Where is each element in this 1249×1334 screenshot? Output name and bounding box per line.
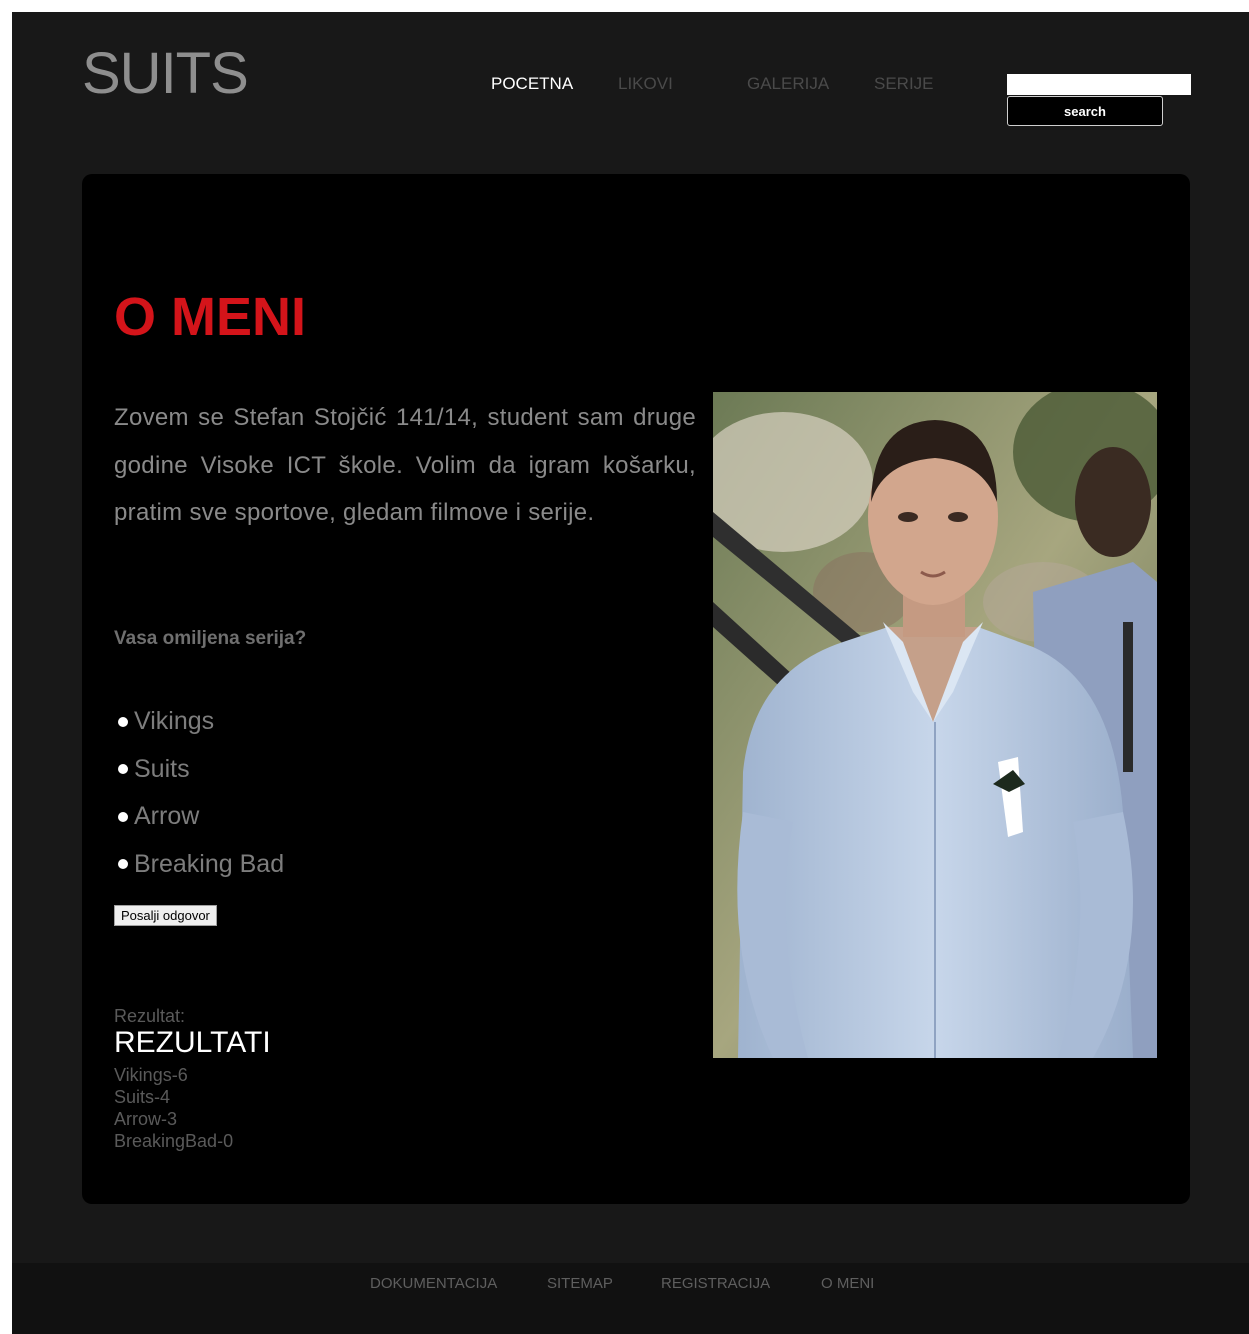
radio-button-icon[interactable] <box>118 811 128 822</box>
result-item: Arrow-3 <box>114 1109 178 1129</box>
footer-link-dokumentacija[interactable]: DOKUMENTACIJA <box>370 1275 497 1292</box>
results-list: Vikings-6 Suits-4 Arrow-3 BreakingBad-0 <box>114 1064 233 1152</box>
result-item: Suits-4 <box>114 1087 171 1107</box>
content-panel: O MENI Zovem se Stefan Stojčić 141/14, s… <box>82 174 1190 1204</box>
nav-item-likovi[interactable]: LIKOVI <box>618 74 673 94</box>
results-title: REZULTATI <box>114 1026 271 1059</box>
footer-link-o-meni[interactable]: O MENI <box>821 1275 874 1292</box>
page: SUITS POCETNA LIKOVI GALERIJA SERIJE sea… <box>12 12 1249 1334</box>
poll-option-label: Suits <box>134 754 190 783</box>
radio-button-icon[interactable] <box>118 716 128 727</box>
profile-photo <box>713 392 1157 1058</box>
poll-option-label: Breaking Bad <box>134 849 285 878</box>
radio-button-icon[interactable] <box>118 764 128 775</box>
search-button[interactable]: search <box>1007 96 1163 126</box>
submit-vote-button[interactable]: Posalji odgovor <box>114 905 217 926</box>
bio-text: Zovem se Stefan Stojčić 141/14, student … <box>114 404 696 526</box>
poll-question: Vasa omiljena serija? <box>114 628 307 649</box>
footer: DOKUMENTACIJA SITEMAP REGISTRACIJA O MEN… <box>12 1263 1249 1334</box>
poll-options: Vikings Suits Arrow Breaking Bad <box>118 698 284 888</box>
footer-link-sitemap[interactable]: SITEMAP <box>547 1275 613 1292</box>
poll-option-label: Arrow <box>134 802 200 831</box>
footer-link-registracija[interactable]: REGISTRACIJA <box>661 1275 770 1292</box>
nav-item-galerija[interactable]: GALERIJA <box>747 74 829 94</box>
result-item: Vikings-6 <box>114 1065 188 1085</box>
poll-option-suits[interactable]: Suits <box>118 746 284 794</box>
poll-option-arrow[interactable]: Arrow <box>118 793 284 841</box>
nav-item-pocetna[interactable]: POCETNA <box>491 74 573 94</box>
poll-option-label: Vikings <box>134 707 215 736</box>
nav-item-serije[interactable]: SERIJE <box>874 74 934 94</box>
result-item: BreakingBad-0 <box>114 1131 234 1151</box>
poll-option-breaking-bad[interactable]: Breaking Bad <box>118 841 284 889</box>
site-logo[interactable]: SUITS <box>82 40 249 107</box>
search-input[interactable] <box>1007 74 1191 95</box>
result-label: Rezultat: <box>114 1006 186 1026</box>
page-title: O MENI <box>114 287 307 347</box>
poll-option-vikings[interactable]: Vikings <box>118 698 284 746</box>
radio-button-icon[interactable] <box>118 859 128 870</box>
